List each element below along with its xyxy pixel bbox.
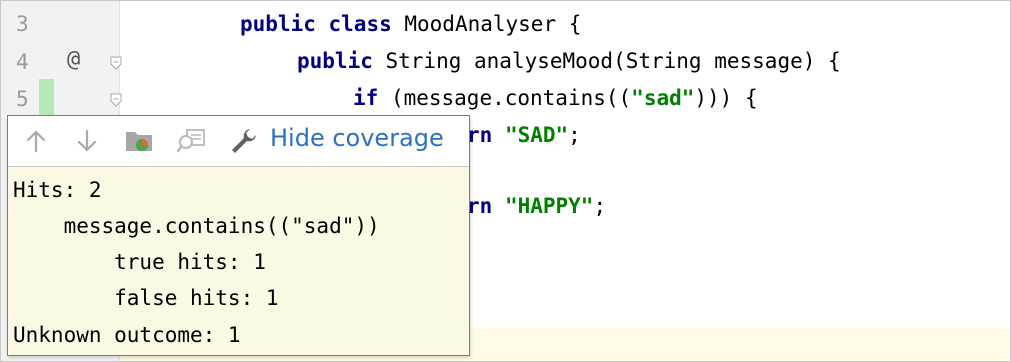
false-hits-text: false hits: 1 bbox=[13, 286, 279, 310]
override-annotation-icon[interactable]: @ bbox=[67, 47, 80, 72]
keyword: class bbox=[328, 12, 392, 36]
code-text: ))) { bbox=[694, 86, 758, 110]
show-in-coverage-icon bbox=[177, 129, 205, 153]
coverage-marker-covered[interactable] bbox=[39, 79, 54, 117]
show-in-coverage-button[interactable] bbox=[175, 125, 209, 157]
keyword: rn bbox=[467, 123, 493, 147]
unknown-outcome-text: Unknown outcome: 1 bbox=[13, 323, 241, 347]
code-text: ; bbox=[593, 194, 607, 218]
fold-icon[interactable] bbox=[110, 56, 122, 70]
code-text: (message.contains(( bbox=[378, 86, 632, 110]
keyword: public bbox=[297, 49, 373, 73]
hits-text: Hits: 2 bbox=[13, 178, 102, 202]
coverage-popup-toolbar: Hide coverage bbox=[8, 116, 469, 167]
previous-button[interactable] bbox=[22, 125, 50, 157]
coverage-settings-button[interactable] bbox=[228, 125, 260, 157]
keyword: rn bbox=[467, 194, 493, 218]
code-text: String analyseMood(String message) { bbox=[372, 49, 841, 73]
code-text: ; bbox=[568, 123, 581, 147]
code-text: MoodAnalyser { bbox=[391, 12, 582, 36]
keyword: public bbox=[240, 12, 316, 36]
arrow-up-icon bbox=[26, 130, 46, 153]
coverage-info-popup: Hide coverage Hits: 2 message.contains((… bbox=[7, 115, 470, 356]
hide-coverage-link[interactable]: Hide coverage bbox=[270, 124, 444, 152]
line-number: 3 bbox=[16, 12, 29, 36]
code-line-8[interactable]: rn "HAPPY"; bbox=[467, 194, 606, 218]
true-hits-text: true hits: 1 bbox=[13, 250, 266, 274]
fold-icon[interactable] bbox=[110, 93, 122, 107]
string-literal: "SAD" bbox=[504, 123, 569, 147]
keyword: if bbox=[353, 86, 379, 110]
code-line-4[interactable]: public String analyseMood(String message… bbox=[297, 49, 841, 73]
next-button[interactable] bbox=[73, 125, 101, 157]
code-line-5[interactable]: if (message.contains(("sad"))) { bbox=[353, 86, 758, 110]
coverage-folder-icon bbox=[126, 132, 152, 151]
code-line-6[interactable]: rn "SAD"; bbox=[467, 123, 581, 147]
coverage-data-button[interactable] bbox=[123, 125, 157, 157]
line-number: 5 bbox=[16, 87, 29, 111]
string-literal: "HAPPY" bbox=[504, 194, 594, 218]
string-literal: "sad" bbox=[631, 86, 695, 110]
code-line-3[interactable]: public class MoodAnalyser { bbox=[240, 12, 581, 36]
wrench-icon bbox=[232, 129, 256, 153]
arrow-down-icon bbox=[77, 129, 97, 152]
line-number: 4 bbox=[16, 50, 29, 74]
condition-text: message.contains(("sad")) bbox=[13, 214, 380, 238]
